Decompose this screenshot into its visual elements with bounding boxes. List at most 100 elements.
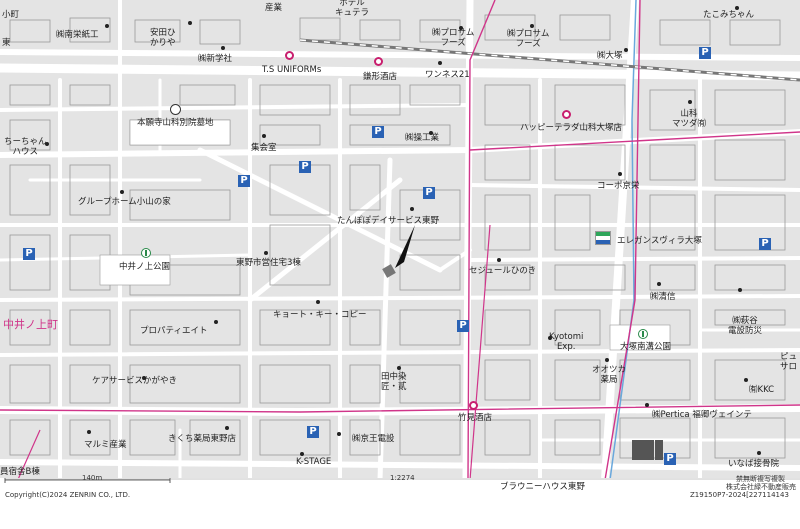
- poi-dot: [605, 358, 609, 362]
- poi-label: プロパティエイト: [140, 326, 208, 336]
- parking-icon[interactable]: P: [372, 126, 384, 138]
- poi-label: 山科 マツダ㈲: [672, 109, 707, 129]
- poi-label: ㈱萩谷 電設防災: [728, 316, 763, 336]
- parking-icon[interactable]: P: [699, 47, 711, 59]
- poi-label: ハッピーテラダ山科大塚店: [520, 123, 623, 133]
- poi-dot: [337, 432, 341, 436]
- poi-dot: [87, 430, 91, 434]
- poi-dot: [618, 172, 622, 176]
- parking-icon[interactable]: P: [307, 426, 319, 438]
- parking-icon[interactable]: P: [423, 187, 435, 199]
- map-view[interactable]: 中井ノ上町 P P P P P P P P P P ホテル キュテラ 産業 ㈱南…: [0, 0, 800, 529]
- poi-dot: [188, 21, 192, 25]
- poi-dot: [738, 288, 742, 292]
- poi-label: ㈱Pertica 福卿ヴェインテ: [652, 410, 752, 420]
- poi-label: ㈱京王電設: [352, 434, 395, 444]
- poi-dot: [221, 46, 225, 50]
- poi-label: ケアサービスかがやき: [92, 376, 178, 386]
- poi-label: ㈱プロサム フーズ: [432, 28, 475, 48]
- poi-label: ㈱操工業: [405, 133, 440, 143]
- permission-note: Z19150P7-2024[227114143: [690, 491, 789, 499]
- shop-icon[interactable]: [469, 401, 478, 410]
- poi-label: 大塚南溝公園: [620, 342, 672, 352]
- poi-label: キョート・キー・コピー: [273, 310, 367, 320]
- poi-dot: [264, 251, 268, 255]
- poi-label: ㈱南栄紙工: [56, 30, 99, 40]
- poi-dot: [262, 134, 266, 138]
- dark-building: [655, 440, 663, 460]
- park-icon[interactable]: [638, 329, 648, 339]
- poi-label: 田中染 匠・貳: [381, 372, 407, 392]
- poi-label: 東: [2, 38, 11, 48]
- poi-dot: [744, 378, 748, 382]
- poi-dot: [688, 100, 692, 104]
- poi-label: 東野市営住宅3棟: [236, 258, 301, 268]
- poi-label: Kyotomi Exp.: [549, 332, 584, 352]
- park-icon[interactable]: [141, 248, 151, 258]
- copyright: Copyright(C)2024 ZENRIN CO., LTD.: [5, 491, 131, 499]
- poi-label: たんぽぽデイサービス東野: [337, 216, 440, 226]
- poi-dot: [105, 24, 109, 28]
- poi-label: オオツカ 薬局: [592, 365, 627, 385]
- poi-dot: [225, 426, 229, 430]
- parking-icon[interactable]: P: [299, 161, 311, 173]
- poi-label: エレガンスヴィラ大塚: [617, 236, 702, 246]
- poi-label: ブラウニーハウス東野: [500, 482, 585, 492]
- poi-dot: [120, 190, 124, 194]
- poi-label: ちーちゃん ハウス: [4, 137, 47, 157]
- poi-label: グループホーム小山の家: [78, 197, 171, 207]
- poi-label: 中井ノ上公園: [119, 262, 171, 272]
- poi-label: 本願寺山科別院墓地: [137, 118, 214, 128]
- poi-dot: [657, 282, 661, 286]
- poi-dot: [300, 452, 304, 456]
- poi-label: 安田ひ かりや: [150, 28, 176, 48]
- poi-dot: [530, 24, 534, 28]
- poi-dot: [438, 61, 442, 65]
- poi-label: K-STAGE: [296, 457, 332, 467]
- cemetery-icon[interactable]: [170, 104, 181, 115]
- map-footer: 140m 1:2274 Copyright(C)2024 ZENRIN CO.,…: [0, 474, 800, 529]
- shop-icon[interactable]: [285, 51, 294, 60]
- poi-label: 員宿舎B棟: [0, 467, 40, 477]
- poi-dot: [410, 207, 414, 211]
- poi-dot: [624, 48, 628, 52]
- poi-dot: [757, 451, 761, 455]
- poi-label: ㈲KKC: [749, 385, 775, 395]
- poi-label: 産業: [265, 3, 283, 13]
- poi-label: ㈱大塚: [597, 51, 623, 61]
- poi-dot: [397, 366, 401, 370]
- poi-dot: [214, 320, 218, 324]
- shop-icon[interactable]: [562, 110, 571, 119]
- poi-label: セジュールひのき: [469, 266, 537, 276]
- shop-icon[interactable]: [374, 57, 383, 66]
- parking-icon[interactable]: P: [238, 175, 250, 187]
- poi-label: いなば接骨院: [728, 459, 780, 469]
- scale-bar-label: 140m: [82, 474, 103, 482]
- scale-bar: [4, 478, 800, 483]
- poi-label: 鎌形酒店: [363, 72, 398, 82]
- poi-label: ホテル キュテラ: [335, 0, 370, 18]
- poi-dot: [316, 300, 320, 304]
- poi-label: ㈱プロサム フーズ: [507, 29, 550, 49]
- poi-label: ワンネス21: [425, 70, 470, 80]
- poi-label: たこみちゃん: [703, 10, 755, 20]
- poi-label: きくち薬局東野店: [168, 434, 237, 444]
- parking-icon[interactable]: P: [664, 453, 676, 465]
- poi-dot: [497, 258, 501, 262]
- parking-icon[interactable]: P: [457, 320, 469, 332]
- poi-label: T.S UNIFORMs: [262, 65, 322, 75]
- convenience-store-icon[interactable]: [595, 231, 611, 245]
- area-label-nakainokamicho: 中井ノ上町: [3, 318, 58, 331]
- parking-icon[interactable]: P: [759, 238, 771, 250]
- poi-label: 竹見酒店: [458, 413, 493, 423]
- poi-label: 小町: [2, 10, 20, 20]
- poi-label: 集会室: [251, 143, 277, 153]
- dark-building: [632, 440, 654, 460]
- poi-dot: [645, 403, 649, 407]
- poi-label: ㈱清信: [650, 292, 676, 302]
- poi-label: マルミ産業: [84, 440, 127, 450]
- poi-label: ㈱新学社: [198, 54, 233, 64]
- parking-icon[interactable]: P: [23, 248, 35, 260]
- poi-label: ピュ サロ: [780, 352, 798, 372]
- poi-label: コーポ京栄: [597, 181, 640, 191]
